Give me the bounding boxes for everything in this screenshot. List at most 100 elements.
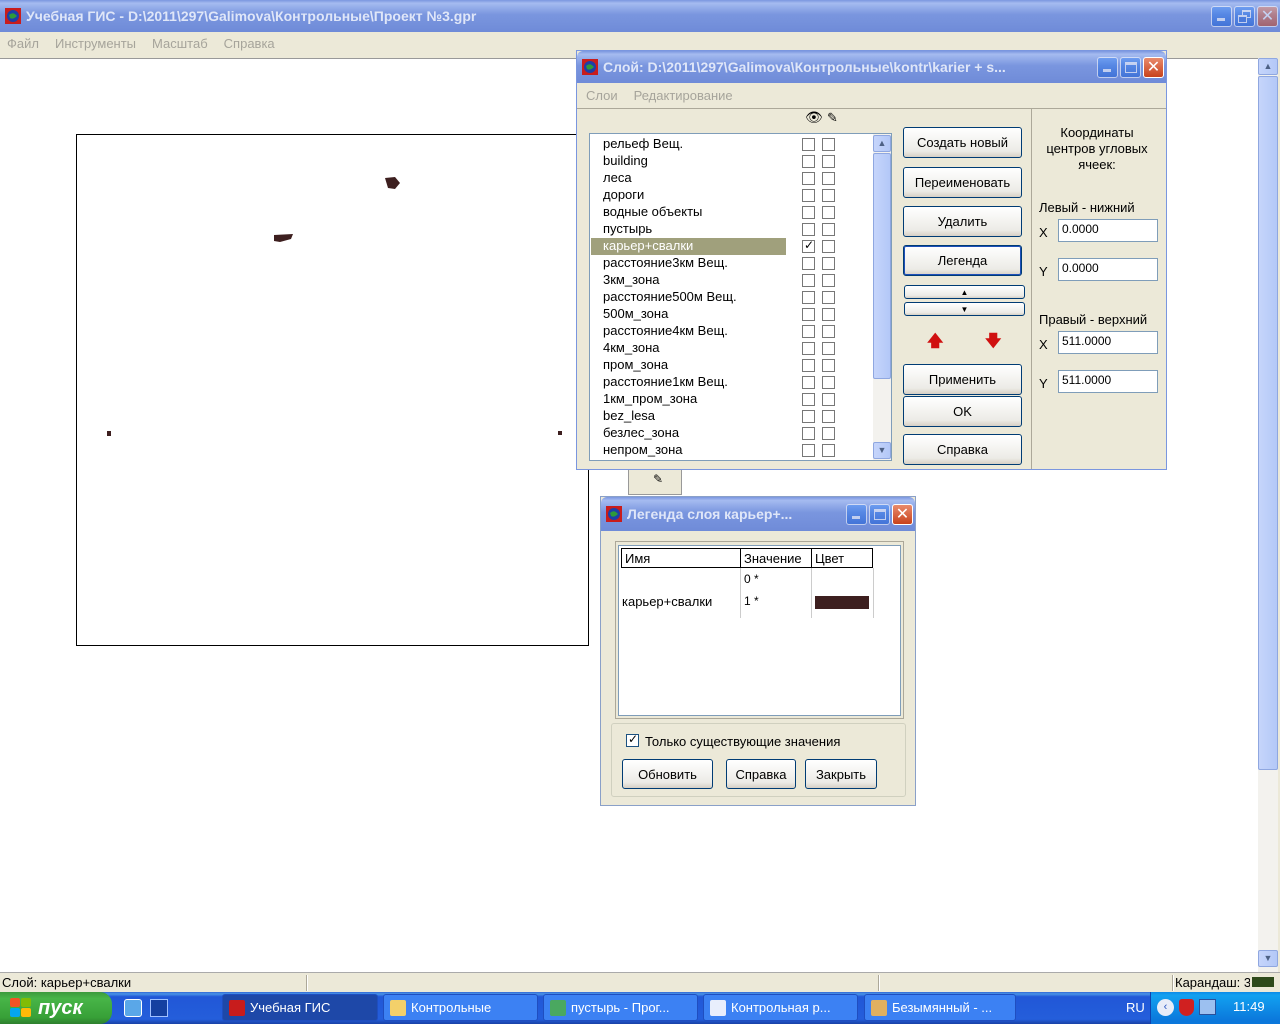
layer-visible-checkbox[interactable] (802, 172, 815, 185)
layer-edit-checkbox[interactable] (822, 376, 835, 389)
apply-button[interactable]: Применить (903, 364, 1022, 395)
rename-layer-button[interactable]: Переименовать (903, 167, 1022, 198)
layer-visible-checkbox[interactable] (802, 138, 815, 151)
layers-minimize-button[interactable] (1097, 56, 1118, 78)
legend-close-text-button[interactable]: Закрыть (805, 759, 877, 789)
layer-visible-checkbox[interactable] (802, 427, 815, 440)
layers-help-button[interactable]: Справка (903, 434, 1022, 465)
quicklaunch-book-icon[interactable] (150, 999, 168, 1017)
layer-edit-checkbox[interactable] (822, 240, 835, 253)
layer-visible-checkbox[interactable] (802, 376, 815, 389)
tray-shield-icon[interactable] (1179, 999, 1194, 1016)
refresh-button[interactable]: Обновить (622, 759, 713, 789)
layer-edit-checkbox[interactable] (822, 189, 835, 202)
layer-visible-checkbox[interactable] (802, 342, 815, 355)
legend-table[interactable]: Имя Значение Цвет 0 * карьер+свалки 1 * (618, 545, 901, 716)
legend-maximize-button[interactable] (869, 503, 890, 525)
layer-visible-checkbox[interactable] (802, 291, 815, 304)
layer-visible-checkbox[interactable] (802, 325, 815, 338)
scroll-thumb[interactable] (873, 153, 891, 379)
layer-item[interactable]: водные объекты (591, 204, 871, 221)
ur-y-input[interactable]: 511.0000 (1058, 370, 1158, 393)
task-word[interactable]: Контрольная р... (703, 994, 858, 1021)
layer-visible-checkbox[interactable] (802, 444, 815, 457)
menu-scale[interactable]: Масштаб (152, 36, 208, 51)
layer-item[interactable]: 1км_пром_зона (591, 391, 871, 408)
task-gis[interactable]: Учебная ГИС (222, 994, 378, 1021)
layer-item[interactable]: 3км_зона (591, 272, 871, 289)
language-indicator[interactable]: RU (1126, 1000, 1145, 1015)
layers-close-button[interactable]: ✕ (1143, 56, 1164, 78)
start-button[interactable]: пуск (0, 992, 112, 1024)
layer-edit-checkbox[interactable] (822, 257, 835, 270)
layer-list[interactable]: рельеф Вещ. building леса дороги водные объе… (589, 133, 892, 461)
task-paint[interactable]: Безымянный - ... (864, 994, 1016, 1021)
layer-item[interactable]: дороги (591, 187, 871, 204)
layer-edit-checkbox[interactable] (822, 274, 835, 287)
move-down-small-button[interactable]: ▼ (904, 302, 1025, 316)
layer-visible-checkbox[interactable] (802, 206, 815, 219)
map-frame[interactable] (76, 134, 589, 646)
layer-visible-checkbox[interactable] (802, 189, 815, 202)
scroll-thumb[interactable] (1258, 76, 1278, 770)
scroll-down-icon[interactable]: ▼ (1258, 950, 1278, 967)
layer-item[interactable]: расстояние3км Вещ. (591, 255, 871, 272)
layer-item[interactable]: непром_зона (591, 442, 871, 459)
delete-layer-button[interactable]: Удалить (903, 206, 1022, 237)
layer-item[interactable]: рельеф Вещ. (591, 136, 871, 153)
menu-tools[interactable]: Инструменты (55, 36, 136, 51)
legend-header-color[interactable]: Цвет (811, 548, 873, 568)
layer-edit-checkbox[interactable] (822, 393, 835, 406)
menu-layers[interactable]: Слои (586, 88, 618, 103)
legend-button[interactable]: Легенда (903, 245, 1022, 276)
layer-edit-checkbox[interactable] (822, 427, 835, 440)
layer-item[interactable]: расстояние500м Вещ. (591, 289, 871, 306)
layer-item[interactable]: building (591, 153, 871, 170)
ll-x-input[interactable]: 0.0000 (1058, 219, 1158, 242)
menu-file[interactable]: Файл (7, 36, 39, 51)
layer-edit-checkbox[interactable] (822, 342, 835, 355)
layers-titlebar[interactable]: Слой: D:\2011\297\Galimova\Контрольные\k… (577, 51, 1166, 83)
close-button[interactable]: ✕ (1257, 5, 1278, 27)
main-vscrollbar[interactable]: ▲ ▼ (1258, 58, 1278, 972)
move-up-small-button[interactable]: ▲ (904, 285, 1025, 299)
layer-item[interactable]: расстояние1км Вещ. (591, 374, 871, 391)
layer-edit-checkbox[interactable] (822, 410, 835, 423)
layer-visible-checkbox[interactable]: ✓ (802, 238, 815, 253)
tray-expand-icon[interactable]: ‹ (1157, 999, 1174, 1016)
legend-help-button[interactable]: Справка (726, 759, 796, 789)
menu-help[interactable]: Справка (224, 36, 275, 51)
layer-edit-checkbox[interactable] (822, 138, 835, 151)
task-folder[interactable]: Контрольные (383, 994, 538, 1021)
scroll-down-icon[interactable]: ▼ (873, 442, 891, 459)
layer-edit-checkbox[interactable] (822, 206, 835, 219)
layer-visible-checkbox[interactable] (802, 155, 815, 168)
layer-item[interactable]: пром_зона (591, 357, 871, 374)
red-down-arrow-icon[interactable]: 🡇 (985, 330, 1001, 357)
layer-item[interactable]: расстояние4км Вещ. (591, 323, 871, 340)
layer-edit-checkbox[interactable] (822, 325, 835, 338)
layer-item[interactable]: bez_lesa (591, 408, 871, 425)
scroll-up-icon[interactable]: ▲ (873, 135, 891, 152)
red-up-arrow-icon[interactable]: 🡅 (927, 330, 943, 357)
layer-item[interactable]: безлес_зона (591, 425, 871, 442)
layers-maximize-button[interactable] (1120, 56, 1141, 78)
layer-item[interactable]: пустырь (591, 221, 871, 238)
tray-network-icon[interactable] (1199, 999, 1216, 1015)
legend-header-name[interactable]: Имя (621, 548, 740, 568)
layer-visible-checkbox[interactable] (802, 257, 815, 270)
layer-visible-checkbox[interactable] (802, 393, 815, 406)
restore-button[interactable] (1234, 5, 1255, 27)
legend-header-value[interactable]: Значение (740, 548, 811, 568)
layer-visible-checkbox[interactable] (802, 223, 815, 236)
layer-edit-checkbox[interactable] (822, 359, 835, 372)
layer-edit-checkbox[interactable] (822, 444, 835, 457)
menu-editing[interactable]: Редактирование (634, 88, 733, 103)
pencil-icon[interactable]: ✎ (653, 472, 663, 486)
ur-x-input[interactable]: 511.0000 (1058, 331, 1158, 354)
legend-close-button[interactable]: ✕ (892, 503, 913, 525)
legend-minimize-button[interactable] (846, 503, 867, 525)
legend-titlebar[interactable]: Легенда слоя карьер+... ✕ (601, 497, 915, 531)
layer-edit-checkbox[interactable] (822, 291, 835, 304)
task-viewer[interactable]: пустырь - Прог... (543, 994, 698, 1021)
